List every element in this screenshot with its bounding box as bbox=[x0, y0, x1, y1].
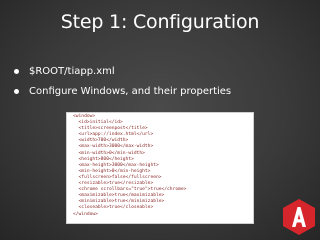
bullet-dot-icon bbox=[14, 89, 19, 94]
bullet-text: Configure Windows, and their properties bbox=[29, 86, 232, 97]
bullet-dot-icon bbox=[14, 69, 19, 74]
appcelerator-logo-icon bbox=[283, 199, 315, 235]
bullet-list: $ROOT/tiapp.xml Configure Windows, and t… bbox=[14, 64, 231, 104]
code-screenshot: <window> <id>initial</id> <title>screenp… bbox=[66, 112, 254, 224]
bullet-text: $ROOT/tiapp.xml bbox=[29, 66, 115, 77]
slide-title: Step 1: Configuration bbox=[60, 11, 260, 33]
bullet-item: Configure Windows, and their properties bbox=[14, 84, 231, 99]
code-line: </window> bbox=[73, 211, 98, 217]
bullet-item: $ROOT/tiapp.xml bbox=[14, 64, 231, 79]
